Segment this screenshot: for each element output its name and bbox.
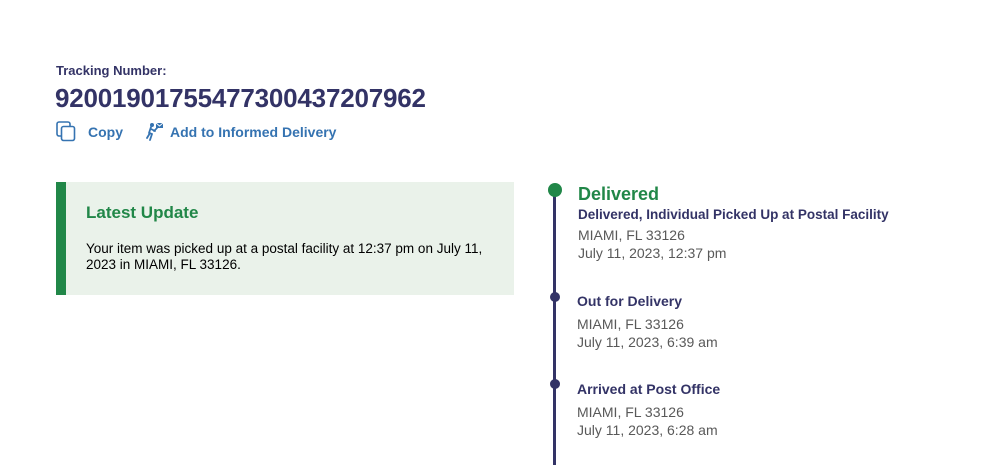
informed-delivery-icon <box>145 122 165 142</box>
timeline-dot-current <box>548 183 562 197</box>
copy-icon <box>56 121 76 142</box>
event-location: MIAMI, FL 33126 <box>577 316 684 332</box>
event-time: July 11, 2023, 12:37 pm <box>578 245 727 261</box>
event-status: Out for Delivery <box>577 293 683 309</box>
latest-update-panel: Latest Update Your item was picked up at… <box>56 182 514 295</box>
event-time: July 11, 2023, 6:28 am <box>577 422 718 438</box>
tracking-event-current: Delivered Delivered, Individual Picked U… <box>578 184 889 262</box>
event-status: Arrived at Post Office <box>577 381 721 397</box>
tracking-number: 9200190175547730043720796​2 <box>55 83 426 113</box>
event-location: MIAMI, FL 33126 <box>578 227 685 243</box>
latest-update-text: Your item was picked up at a postal faci… <box>86 241 483 272</box>
tracking-actions: Copy Add to Informed Delivery <box>56 121 336 142</box>
add-to-informed-delivery-label: Add to Informed Delivery <box>170 123 337 140</box>
copy-button[interactable]: Copy <box>56 121 123 142</box>
timeline-dot <box>550 292 560 302</box>
add-to-informed-delivery-button[interactable]: Add to Informed Delivery <box>145 122 336 142</box>
tracking-number-label: Tracking Number: <box>56 63 167 78</box>
event-location: MIAMI, FL 33126 <box>577 404 684 420</box>
event-status: Delivered <box>578 184 660 204</box>
event-detail: Delivered, Individual Picked Up at Posta… <box>578 207 889 222</box>
tracking-event: Out for Delivery MIAMI, FL 33126 July 11… <box>577 293 718 351</box>
latest-update-title: Latest Update <box>86 203 199 222</box>
timeline-dot <box>550 379 560 389</box>
tracking-event: Arrived at Post Office MIAMI, FL 33126 J… <box>577 381 720 439</box>
event-time: July 11, 2023, 6:39 am <box>577 334 718 350</box>
copy-label: Copy <box>88 123 123 140</box>
timeline-line <box>553 192 556 465</box>
